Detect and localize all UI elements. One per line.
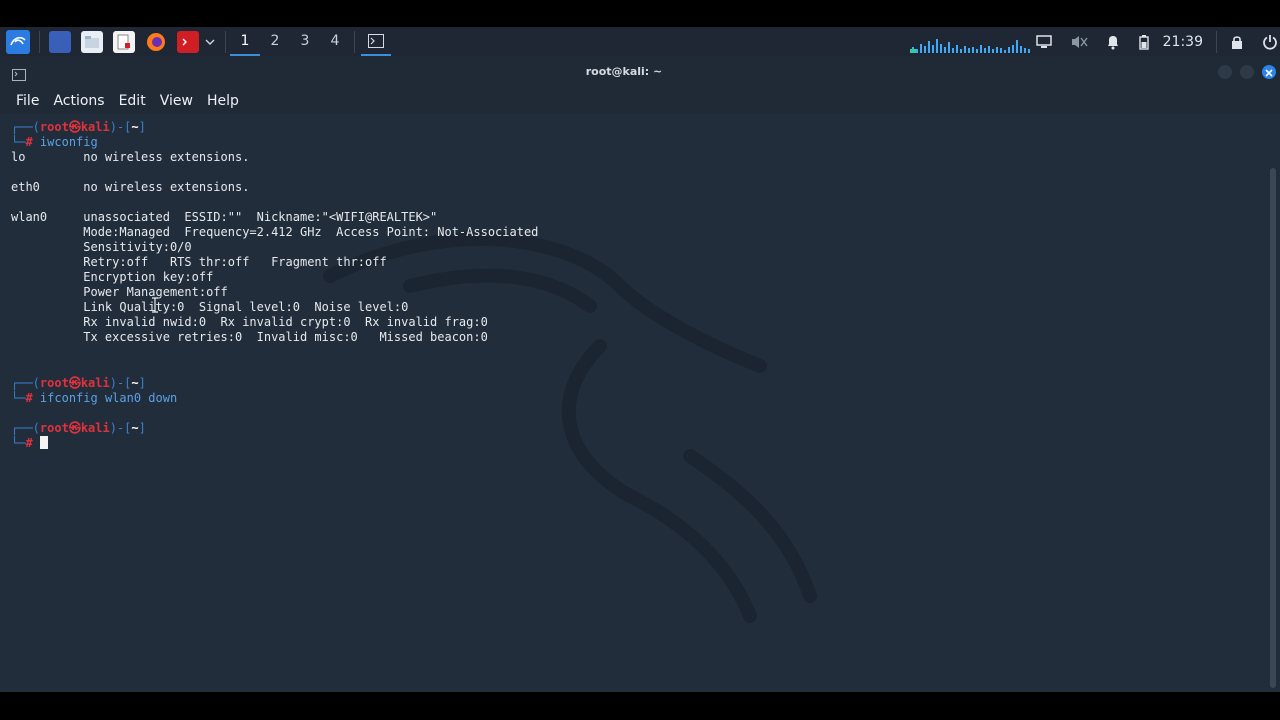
prompt-line-bottom: └─# bbox=[11, 436, 48, 451]
workspace-4[interactable]: 4 bbox=[320, 27, 350, 56]
tray-separator bbox=[1216, 30, 1217, 53]
menu-view[interactable]: View bbox=[160, 93, 193, 109]
close-icon bbox=[1265, 69, 1273, 77]
prompt-line-bottom: └─# iwconfig bbox=[11, 135, 98, 149]
menu-file[interactable]: File bbox=[16, 93, 39, 109]
output-line: Tx excessive retries:0 Invalid misc:0 Mi… bbox=[11, 330, 488, 344]
mouse-ibeam-cursor bbox=[151, 297, 159, 317]
text-cursor bbox=[39, 436, 48, 449]
notification-bell-icon[interactable] bbox=[1106, 34, 1120, 50]
text-editor-icon[interactable] bbox=[113, 30, 135, 53]
desktop-icon[interactable] bbox=[49, 30, 71, 53]
system-tray: 21:39 bbox=[1027, 27, 1280, 56]
prompt-line-top: ┌──(root㉿kali)-[~] bbox=[11, 421, 146, 435]
terminal-launcher-icon[interactable] bbox=[177, 30, 199, 53]
output-line: Link Quality:0 Signal level:0 Noise leve… bbox=[11, 300, 409, 314]
command-text: iwconfig bbox=[39, 135, 98, 149]
output-line: Encryption key:off bbox=[11, 270, 214, 284]
prompt-line-top: ┌──(root㉿kali)-[~] bbox=[11, 376, 146, 390]
network-monitor-graph[interactable] bbox=[910, 35, 1040, 53]
menu-actions[interactable]: Actions bbox=[53, 93, 104, 109]
power-icon[interactable] bbox=[1262, 34, 1278, 50]
prompt-dir: ~ bbox=[131, 120, 139, 134]
lock-icon[interactable] bbox=[1230, 34, 1244, 50]
menubar: File Actions Edit View Help bbox=[0, 88, 1280, 114]
output-line: Rx invalid nwid:0 Rx invalid crypt:0 Rx … bbox=[11, 315, 488, 329]
menu-edit[interactable]: Edit bbox=[119, 93, 146, 109]
prompt-line-top: ┌──(root㉿kali)-[~] bbox=[11, 120, 146, 134]
output-line: wlan0 unassociated ESSID:"" Nickname:"<W… bbox=[11, 210, 438, 224]
output-line: Power Management:off bbox=[11, 285, 228, 299]
taskbar: 1 2 3 4 21:39 bbox=[0, 27, 1280, 56]
output-line: Mode:Managed Frequency=2.412 GHz Access … bbox=[11, 225, 539, 239]
workspace-3[interactable]: 3 bbox=[290, 27, 320, 56]
window-titlebar[interactable]: root@kali: ~ bbox=[0, 56, 1280, 88]
taskbar-separator bbox=[39, 30, 40, 53]
output-line: lo no wireless extensions. bbox=[11, 150, 250, 164]
letterbox-top bbox=[0, 0, 1280, 27]
command-text: ifconfig wlan0 down bbox=[39, 391, 178, 405]
window-title: root@kali: ~ bbox=[585, 65, 663, 78]
output-line: Sensitivity:0/0 bbox=[11, 240, 192, 254]
file-manager-icon[interactable] bbox=[81, 30, 103, 53]
prompt-host: kali bbox=[80, 120, 110, 134]
battery-icon[interactable] bbox=[1138, 34, 1150, 50]
prompt-line-bottom: └─# ifconfig wlan0 down bbox=[11, 391, 178, 405]
letterbox-bottom bbox=[0, 692, 1280, 720]
kali-menu-icon[interactable] bbox=[6, 29, 30, 54]
taskbar-separator bbox=[225, 30, 226, 53]
taskbar-separator bbox=[354, 30, 355, 53]
workspace-2[interactable]: 2 bbox=[260, 27, 290, 56]
maximize-button[interactable] bbox=[1240, 65, 1254, 79]
output-line: Retry:off RTS thr:off Fragment thr:off bbox=[11, 255, 387, 269]
workspace-1[interactable]: 1 bbox=[230, 27, 260, 56]
taskbar-terminal-window[interactable] bbox=[361, 27, 391, 56]
terminal-output[interactable]: ┌──(root㉿kali)-[~] └─# iwconfig lo no wi… bbox=[0, 114, 1268, 692]
clock[interactable]: 21:39 bbox=[1163, 34, 1203, 50]
close-button[interactable] bbox=[1262, 65, 1276, 79]
output-line: eth0 no wireless extensions. bbox=[11, 180, 250, 194]
firefox-icon[interactable] bbox=[145, 31, 167, 53]
minimize-button[interactable] bbox=[1218, 65, 1232, 79]
terminal-window: root@kali: ~ File Actions Edit View Help… bbox=[0, 56, 1280, 692]
terminal-scrollbar[interactable] bbox=[1270, 168, 1276, 688]
menu-help[interactable]: Help bbox=[207, 93, 239, 109]
mute-icon[interactable] bbox=[1070, 34, 1088, 50]
prompt-user: root bbox=[39, 120, 69, 134]
dropdown-icon[interactable] bbox=[204, 31, 216, 53]
scrollbar-thumb[interactable] bbox=[1270, 168, 1276, 688]
display-icon[interactable] bbox=[1035, 34, 1052, 49]
